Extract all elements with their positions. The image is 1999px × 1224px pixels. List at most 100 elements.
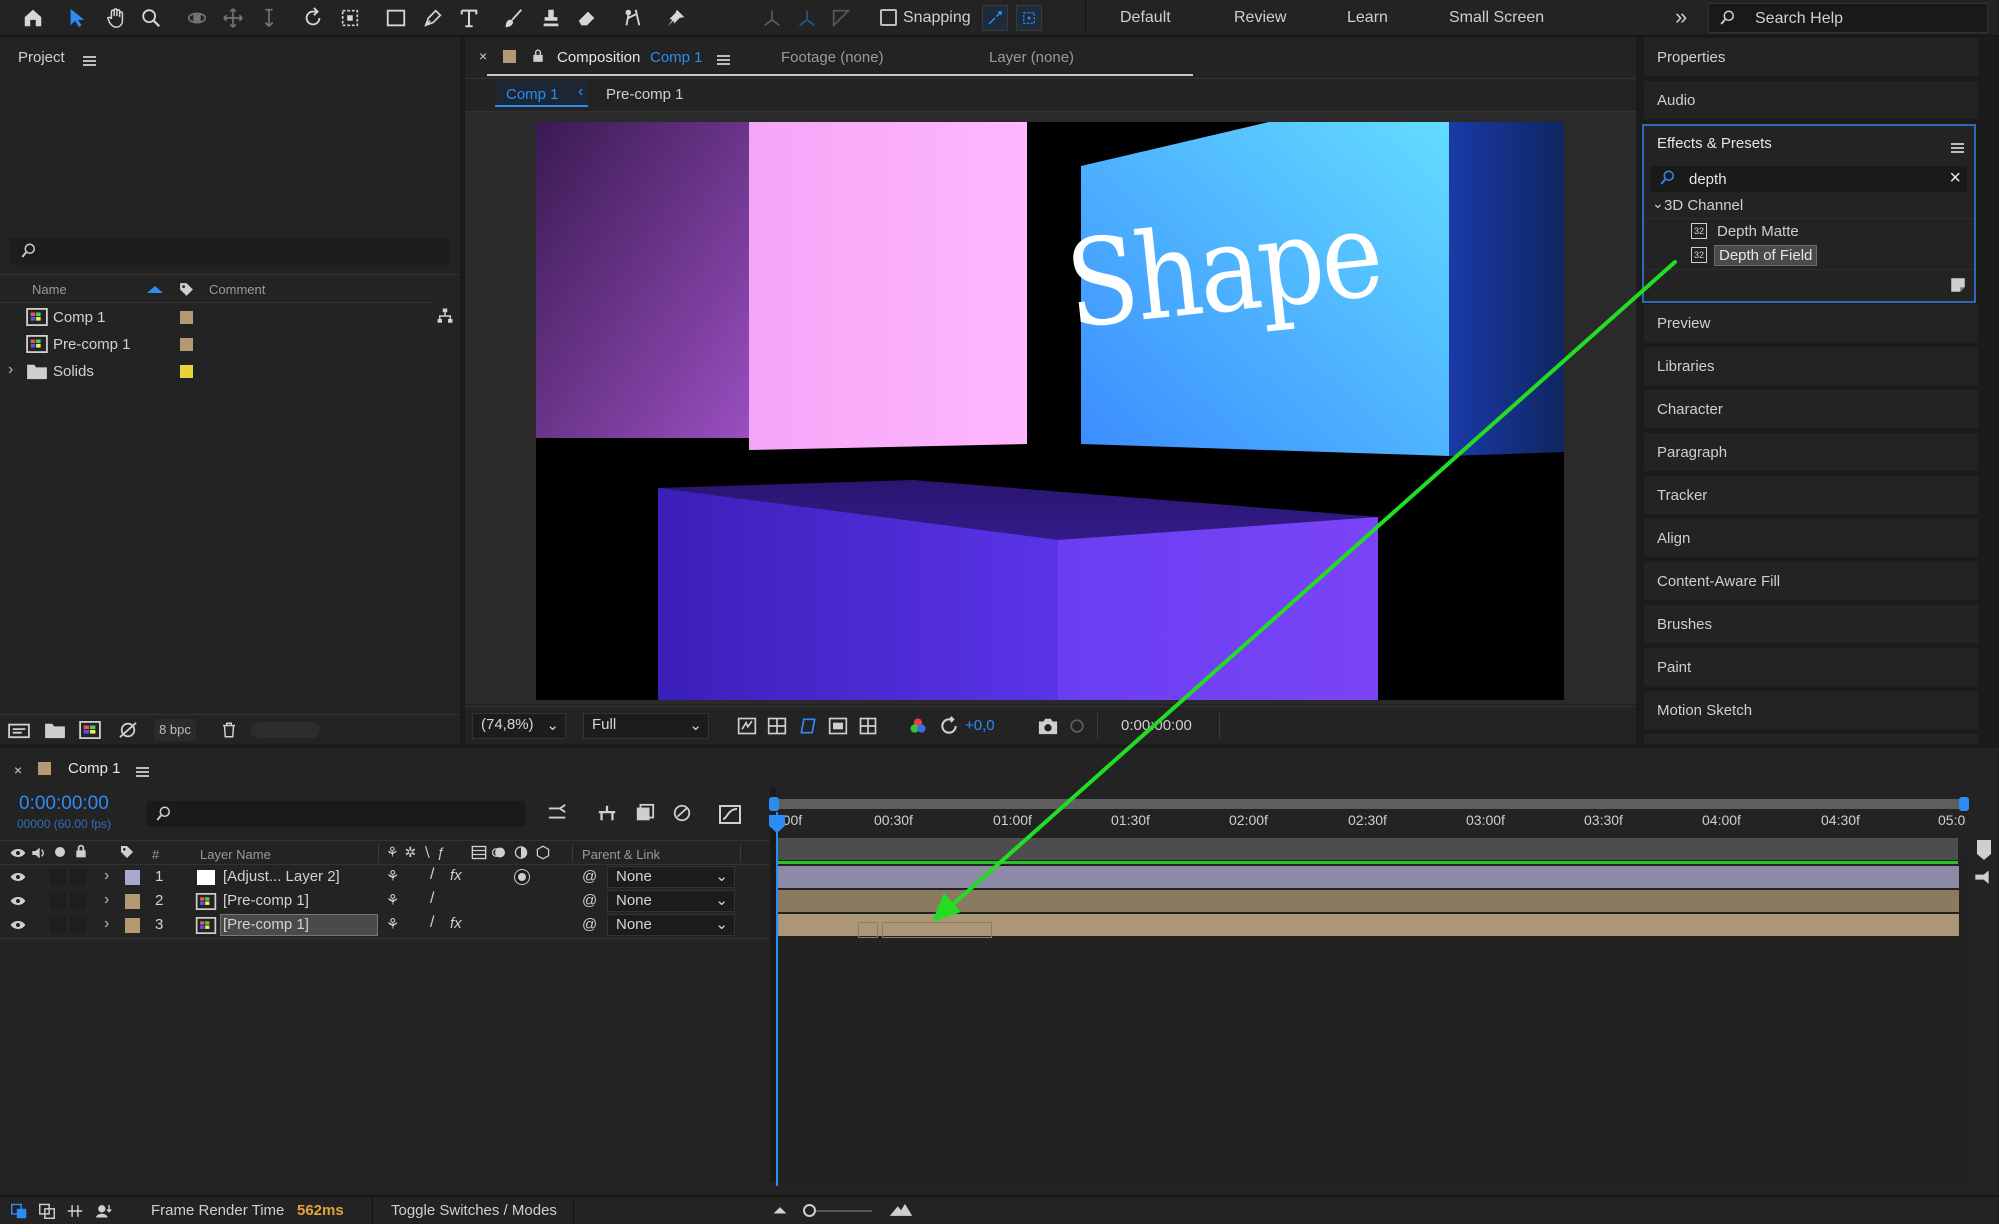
label-swatch[interactable] bbox=[180, 338, 193, 351]
puppet-pin-icon[interactable] bbox=[661, 3, 691, 33]
exposure-value[interactable]: +0,0 bbox=[965, 717, 995, 734]
effects-fx-icon[interactable]: fx bbox=[450, 915, 462, 932]
chevron-right-icon[interactable]: › bbox=[8, 361, 13, 379]
brush-icon[interactable] bbox=[499, 3, 529, 33]
audio-panel[interactable]: Audio bbox=[1644, 81, 1978, 121]
camera-behind-icon[interactable] bbox=[335, 3, 365, 33]
lock-column-icon[interactable] bbox=[74, 844, 88, 859]
layer-row-1[interactable]: › 1 [Adjust... Layer 2] ⚘ / fx @ None ⌄ bbox=[0, 865, 770, 889]
layer-bar-1[interactable] bbox=[777, 866, 1959, 888]
grid-guides-icon[interactable] bbox=[858, 716, 878, 736]
layer-bar-2[interactable] bbox=[777, 890, 1959, 912]
region-of-interest-icon[interactable] bbox=[828, 716, 848, 736]
3d-layer-column-icon[interactable] bbox=[535, 845, 551, 860]
interpret-footage-icon[interactable] bbox=[8, 721, 30, 739]
navigator-end-handle[interactable] bbox=[1959, 797, 1969, 811]
layer-tab[interactable]: Layer (none) bbox=[989, 49, 1074, 66]
local-axis-icon[interactable] bbox=[757, 3, 787, 33]
bit-depth-button[interactable]: 8 bpc bbox=[154, 719, 196, 741]
pickwhip-icon[interactable]: @ bbox=[582, 868, 597, 885]
label-swatch[interactable] bbox=[180, 311, 193, 324]
layer-name[interactable]: [Adjust... Layer 2] bbox=[223, 868, 340, 885]
fast-previews-icon[interactable] bbox=[737, 716, 757, 736]
snapshot-camera-icon[interactable] bbox=[1037, 716, 1059, 736]
playhead-line[interactable] bbox=[776, 812, 778, 1186]
solo-switch[interactable] bbox=[50, 917, 66, 933]
new-folder-icon[interactable] bbox=[44, 721, 66, 739]
composition-tab-prefix[interactable]: Composition bbox=[557, 49, 640, 66]
frame-blend-column-icon[interactable] bbox=[471, 845, 487, 860]
hide-shy-layers-icon[interactable] bbox=[634, 803, 656, 823]
type-icon[interactable] bbox=[454, 3, 484, 33]
motion-sketch-panel[interactable]: Motion Sketch bbox=[1644, 691, 1978, 731]
workspace-overflow-icon[interactable]: » bbox=[1675, 4, 1687, 30]
layer-name-header[interactable]: Layer Name bbox=[200, 847, 271, 862]
close-timeline-icon[interactable]: × bbox=[14, 762, 22, 778]
project-menu-icon[interactable] bbox=[83, 53, 96, 70]
effect-category-3d-channel[interactable]: 3D Channel bbox=[1664, 197, 1743, 214]
flowchart-icon[interactable] bbox=[436, 307, 454, 329]
paint-panel[interactable]: Paint bbox=[1644, 648, 1978, 688]
workspace-learn[interactable]: Learn bbox=[1347, 9, 1388, 27]
composition-mini-flowchart-icon[interactable] bbox=[547, 803, 569, 823]
chevron-right-icon[interactable]: › bbox=[104, 867, 109, 885]
pickwhip-icon[interactable]: @ bbox=[582, 916, 597, 933]
render-time-toggle-icon[interactable] bbox=[94, 1203, 114, 1219]
hand-icon[interactable] bbox=[101, 3, 131, 33]
solo-icon[interactable] bbox=[55, 847, 65, 857]
sort-ascending-icon[interactable] bbox=[147, 286, 163, 293]
view-axis-icon[interactable] bbox=[826, 3, 856, 33]
lock-switch[interactable] bbox=[70, 869, 86, 885]
solo-switch[interactable] bbox=[50, 893, 66, 909]
workspace-small-screen[interactable]: Small Screen bbox=[1449, 9, 1544, 27]
timeline-title[interactable]: Comp 1 bbox=[68, 760, 121, 777]
content-aware-fill-panel[interactable]: Content-Aware Fill bbox=[1644, 562, 1978, 602]
navigator-start-handle[interactable] bbox=[769, 797, 779, 811]
comment-column-header[interactable]: Comment bbox=[209, 282, 265, 297]
pickwhip-icon[interactable]: @ bbox=[582, 892, 597, 909]
transparency-grid-icon[interactable] bbox=[767, 716, 787, 736]
name-column-header[interactable]: Name bbox=[32, 282, 67, 297]
layer-label-swatch[interactable] bbox=[125, 870, 140, 885]
transfer-controls-toggle-icon[interactable] bbox=[38, 1203, 56, 1219]
preview-panel[interactable]: Preview bbox=[1644, 304, 1978, 344]
rectangle-icon[interactable] bbox=[381, 3, 411, 33]
in-out-toggle-icon[interactable] bbox=[66, 1203, 84, 1219]
shy-switch-icon[interactable]: ⚘ bbox=[386, 915, 399, 933]
quality-switch-icon[interactable]: / bbox=[430, 890, 434, 908]
visibility-eye-icon[interactable] bbox=[10, 894, 26, 908]
selection-icon[interactable] bbox=[62, 3, 92, 33]
mask-visibility-icon[interactable] bbox=[798, 716, 818, 736]
lock-switch[interactable] bbox=[70, 893, 86, 909]
shy-switch-icon[interactable]: ⚘ bbox=[386, 867, 399, 885]
comp-marker-icon[interactable] bbox=[1977, 840, 1991, 860]
effect-item-depth-of-field[interactable]: 32 Depth of Field bbox=[1644, 244, 1974, 268]
quality-switch-icon[interactable]: / bbox=[430, 866, 434, 884]
label-tag-icon[interactable] bbox=[178, 281, 195, 302]
clear-search-icon[interactable]: × bbox=[1949, 167, 1961, 190]
brushes-panel[interactable]: Brushes bbox=[1644, 605, 1978, 645]
visibility-eye-icon[interactable] bbox=[10, 870, 26, 884]
pen-icon[interactable] bbox=[418, 3, 448, 33]
breadcrumb-precomp1[interactable]: Pre-comp 1 bbox=[606, 86, 684, 103]
channel-rgb-icon[interactable] bbox=[908, 716, 928, 736]
tracker-panel[interactable]: Tracker bbox=[1644, 476, 1978, 516]
composition-menu-icon[interactable] bbox=[717, 52, 730, 69]
layer-row-3[interactable]: › 3 [Pre-comp 1] ⚘ / fx @ None ⌄ bbox=[0, 913, 770, 937]
zoom-out-mountain-icon[interactable] bbox=[773, 1205, 787, 1215]
clone-stamp-icon[interactable] bbox=[536, 3, 566, 33]
thumbnail-slider[interactable] bbox=[250, 722, 320, 738]
zoom-in-mountain-icon[interactable] bbox=[889, 1202, 913, 1217]
viewer-timecode[interactable]: 0:00:00:00 bbox=[1121, 717, 1192, 734]
quality-switch-icon[interactable]: / bbox=[430, 914, 434, 932]
align-panel[interactable]: Align bbox=[1644, 519, 1978, 559]
effect-item-depth-matte[interactable]: 32 Depth Matte bbox=[1644, 220, 1974, 244]
reset-exposure-icon[interactable] bbox=[939, 716, 959, 736]
character-panel[interactable]: Character bbox=[1644, 390, 1978, 430]
effects-search-input[interactable]: depth × bbox=[1651, 166, 1967, 192]
snap-edges-icon[interactable] bbox=[982, 5, 1008, 31]
snap-features-icon[interactable] bbox=[1016, 5, 1042, 31]
footage-tab[interactable]: Footage (none) bbox=[781, 49, 884, 66]
work-area-bar[interactable] bbox=[776, 838, 1958, 860]
workspace-review[interactable]: Review bbox=[1234, 9, 1286, 27]
